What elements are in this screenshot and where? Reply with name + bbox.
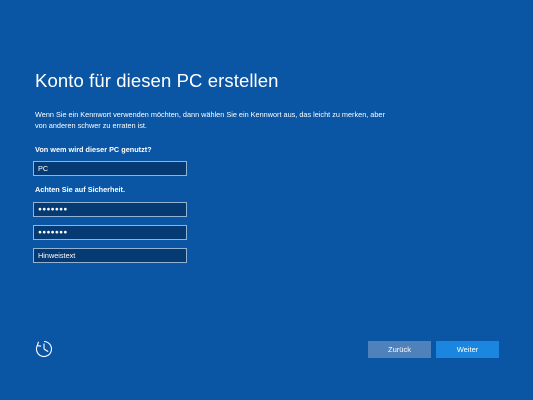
- user-name-input[interactable]: [33, 161, 187, 176]
- ease-of-access-icon[interactable]: [35, 340, 53, 358]
- password-input[interactable]: [33, 202, 187, 217]
- security-label: Achten Sie auf Sicherheit.: [35, 185, 126, 194]
- password-hint-input[interactable]: [33, 248, 187, 263]
- next-button[interactable]: Weiter: [436, 341, 499, 358]
- back-button[interactable]: Zurück: [368, 341, 431, 358]
- page-title: Konto für diesen PC erstellen: [35, 70, 279, 91]
- intro-text: Wenn Sie ein Kennwort verwenden möchten,…: [35, 110, 385, 130]
- password-confirm-input[interactable]: [33, 225, 187, 240]
- user-name-label: Von wem wird dieser PC genutzt?: [35, 145, 152, 154]
